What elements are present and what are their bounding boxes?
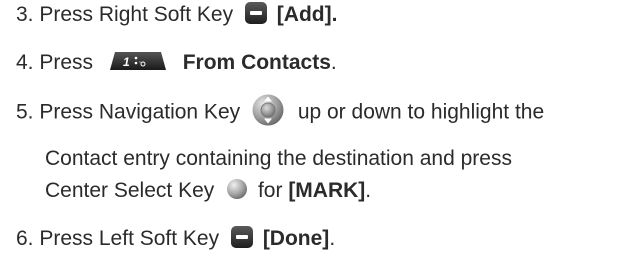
step-text: Press Left Soft Key <box>39 227 220 250</box>
right-soft-key-icon <box>244 2 267 25</box>
step-4: 4. Press 1 , From Contacts. <box>16 49 337 77</box>
step-number: 4. <box>16 51 34 74</box>
step-text: Press <box>39 51 94 74</box>
step-action-label: [MARK] <box>288 179 366 202</box>
step-5-line-3: Center Select Key for [MARK]. <box>45 177 371 205</box>
step-text-after: up or down to highlight the <box>297 100 545 124</box>
step-text: Contact entry containing the destination… <box>45 147 512 170</box>
step-action-label: From Contacts <box>182 51 331 74</box>
step-5-line-2: Contact entry containing the destination… <box>45 145 512 173</box>
step-text: for <box>257 179 283 202</box>
step-number: 6. <box>16 227 34 250</box>
keypad-1-key-icon: 1 , <box>109 51 167 71</box>
step-number: 5. <box>16 100 34 124</box>
step-5: 5. Press Navigation Key up or down to hi… <box>16 94 545 129</box>
step-text: Press Right Soft Key <box>39 3 234 26</box>
step-6: 6. Press Left Soft Key [Done]. <box>16 225 335 253</box>
step-text-after: . <box>330 51 337 74</box>
step-text-after: . <box>329 227 336 250</box>
svg-text:,: , <box>139 57 141 64</box>
center-select-key-icon <box>226 178 248 200</box>
step-text: Center Select Key <box>45 179 215 202</box>
left-soft-key-icon <box>230 226 253 249</box>
step-action-label: [Add]. <box>276 3 338 26</box>
navigation-key-icon <box>252 94 284 126</box>
step-3: 3. Press Right Soft Key [Add]. <box>16 1 337 29</box>
step-text: Press Navigation Key <box>39 100 241 124</box>
svg-text:1: 1 <box>123 55 130 69</box>
step-action-label: [Done] <box>262 227 330 250</box>
step-number: 3. <box>16 3 34 26</box>
step-text-after: . <box>365 179 372 202</box>
